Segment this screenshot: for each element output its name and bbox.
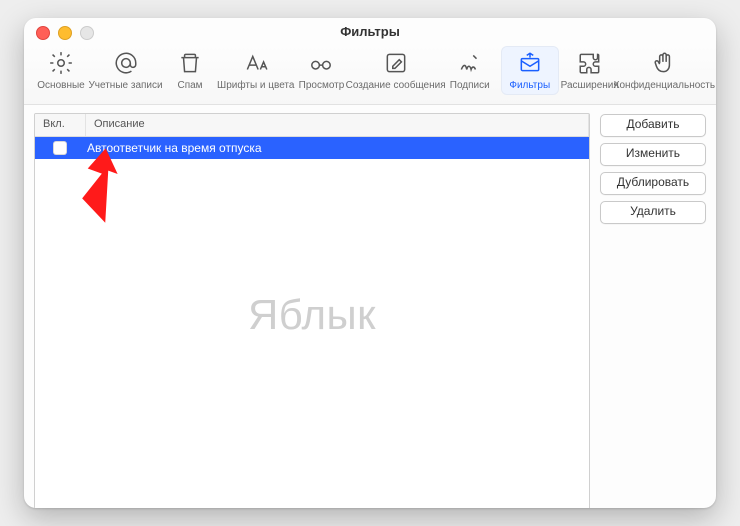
- gear-icon: [48, 50, 74, 76]
- add-rule-button[interactable]: Добавить: [600, 114, 706, 137]
- rule-row[interactable]: Автоответчик на время отпуска: [35, 137, 589, 159]
- tab-rules[interactable]: Фильтры: [501, 46, 559, 95]
- rule-description: Автоответчик на время отпуска: [85, 141, 589, 155]
- tab-label: Спам: [177, 80, 202, 91]
- trash-icon: [177, 50, 203, 76]
- hand-icon: [651, 50, 677, 76]
- tab-privacy[interactable]: Конфиденциальность: [621, 46, 708, 95]
- tab-extensions[interactable]: Расширения: [561, 46, 619, 95]
- content-area: Вкл. Описание Автоответчик на время отпу…: [24, 105, 716, 508]
- tab-general[interactable]: Основные: [32, 46, 90, 95]
- rules-list: Вкл. Описание Автоответчик на время отпу…: [34, 113, 590, 508]
- duplicate-rule-button[interactable]: Дублировать: [600, 172, 706, 195]
- rule-enabled-checkbox[interactable]: [53, 141, 67, 155]
- delete-rule-button[interactable]: Удалить: [600, 201, 706, 224]
- tab-label: Конфиденциальность: [614, 80, 715, 91]
- window-controls: [36, 26, 94, 40]
- close-window-button[interactable]: [36, 26, 50, 40]
- watermark-text: Яблык: [248, 291, 376, 339]
- at-icon: [113, 50, 139, 76]
- rules-icon: [517, 50, 543, 76]
- column-enabled[interactable]: Вкл.: [35, 114, 86, 136]
- tab-label: Создание сообщения: [346, 80, 446, 91]
- tab-label: Фильтры: [509, 80, 550, 91]
- compose-icon: [383, 50, 409, 76]
- puzzle-icon: [577, 50, 603, 76]
- tab-label: Учетные записи: [88, 80, 162, 91]
- rule-actions: Добавить Изменить Дублировать Удалить: [600, 113, 706, 508]
- titlebar: Фильтры: [24, 18, 716, 46]
- tab-composing[interactable]: Создание сообщения: [352, 46, 438, 95]
- tab-label: Подписи: [450, 80, 490, 91]
- tab-label: Основные: [37, 80, 84, 91]
- list-header: Вкл. Описание: [35, 114, 589, 137]
- tab-accounts[interactable]: Учетные записи: [92, 46, 159, 95]
- window-title: Фильтры: [24, 18, 716, 46]
- font-icon: [243, 50, 269, 76]
- tab-fonts[interactable]: Шрифты и цвета: [221, 46, 290, 95]
- signature-icon: [457, 50, 483, 76]
- tab-viewing[interactable]: Просмотр: [292, 46, 350, 95]
- minimize-window-button[interactable]: [58, 26, 72, 40]
- rule-enabled-cell: [35, 141, 85, 155]
- preferences-window: Фильтры Основные Учетные записи Спам Шри…: [24, 18, 716, 508]
- tab-label: Шрифты и цвета: [217, 80, 294, 91]
- tab-label: Просмотр: [299, 80, 345, 91]
- tab-signatures[interactable]: Подписи: [441, 46, 499, 95]
- zoom-window-button[interactable]: [80, 26, 94, 40]
- edit-rule-button[interactable]: Изменить: [600, 143, 706, 166]
- tab-junk[interactable]: Спам: [161, 46, 219, 95]
- glasses-icon: [308, 50, 334, 76]
- tab-label: Расширения: [561, 80, 619, 91]
- column-description[interactable]: Описание: [86, 114, 589, 136]
- preferences-toolbar: Основные Учетные записи Спам Шрифты и цв…: [24, 46, 716, 105]
